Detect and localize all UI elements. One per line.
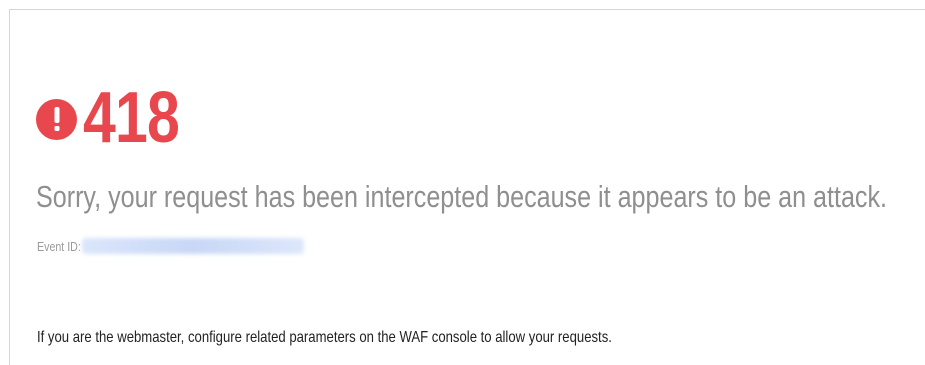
error-header: 418 (36, 82, 200, 154)
event-id-row: Event ID: (37, 238, 305, 254)
error-message: Sorry, your request has been intercepted… (36, 179, 888, 214)
event-id-value (82, 238, 305, 254)
exclamation-circle-icon (36, 98, 77, 140)
webmaster-note: If you are the webmaster, configure rela… (37, 329, 612, 346)
event-id-label: Event ID: (37, 238, 81, 254)
error-code: 418 (83, 78, 180, 158)
